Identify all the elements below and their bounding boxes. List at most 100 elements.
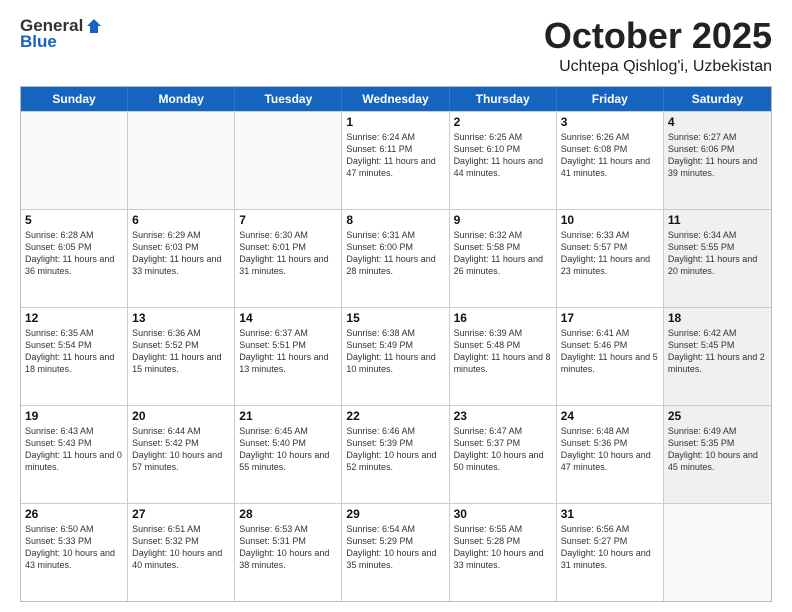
calendar-cell: 20 Sunrise: 6:44 AM Sunset: 5:42 PM Dayli… bbox=[128, 406, 235, 503]
calendar-cell: 19 Sunrise: 6:43 AM Sunset: 5:43 PM Dayli… bbox=[21, 406, 128, 503]
cell-info: Sunrise: 6:55 AM Sunset: 5:28 PM Dayligh… bbox=[454, 523, 552, 572]
calendar-cell: 1Sunrise: 6:24 AM Sunset: 6:11 PM Daylig… bbox=[342, 112, 449, 209]
calendar-cell bbox=[21, 112, 128, 209]
cell-info: Sunrise: 6:30 AM Sunset: 6:01 PM Dayligh… bbox=[239, 229, 337, 278]
cell-info: Sunrise: 6:39 AM Sunset: 5:48 PM Dayligh… bbox=[454, 327, 552, 376]
calendar-cell: 18Sunrise: 6:42 AM Sunset: 5:45 PM Dayli… bbox=[664, 308, 771, 405]
day-number: 19 bbox=[25, 409, 123, 423]
calendar-cell: 14 Sunrise: 6:37 AM Sunset: 5:51 PM Dayli… bbox=[235, 308, 342, 405]
calendar-cell: 31 Sunrise: 6:56 AM Sunset: 5:27 PM Dayli… bbox=[557, 504, 664, 601]
day-number: 15 bbox=[346, 311, 444, 325]
title-block: October 2025 Uchtepa Qishlog'i, Uzbekist… bbox=[544, 16, 772, 76]
day-number: 18 bbox=[668, 311, 767, 325]
calendar-cell: 9 Sunrise: 6:32 AM Sunset: 5:58 PM Daylig… bbox=[450, 210, 557, 307]
calendar-cell bbox=[235, 112, 342, 209]
day-number: 11 bbox=[668, 213, 767, 227]
calendar-cell: 2 Sunrise: 6:25 AM Sunset: 6:10 PM Daylig… bbox=[450, 112, 557, 209]
day-number: 13 bbox=[132, 311, 230, 325]
header-day-monday: Monday bbox=[128, 87, 235, 111]
logo-icon bbox=[85, 17, 103, 35]
calendar-cell: 16 Sunrise: 6:39 AM Sunset: 5:48 PM Dayli… bbox=[450, 308, 557, 405]
day-number: 26 bbox=[25, 507, 123, 521]
calendar-row-3: 19 Sunrise: 6:43 AM Sunset: 5:43 PM Dayli… bbox=[21, 405, 771, 503]
logo: General Blue bbox=[20, 16, 103, 52]
cell-info: Sunrise: 6:43 AM Sunset: 5:43 PM Dayligh… bbox=[25, 425, 123, 474]
cell-info: Sunrise: 6:27 AM Sunset: 6:06 PM Dayligh… bbox=[668, 131, 767, 180]
cell-info: Sunrise: 6:46 AM Sunset: 5:39 PM Dayligh… bbox=[346, 425, 444, 474]
calendar-cell: 22 Sunrise: 6:46 AM Sunset: 5:39 PM Dayli… bbox=[342, 406, 449, 503]
calendar-header: SundayMondayTuesdayWednesdayThursdayFrid… bbox=[21, 87, 771, 111]
cell-info: Sunrise: 6:44 AM Sunset: 5:42 PM Dayligh… bbox=[132, 425, 230, 474]
cell-info: Sunrise: 6:53 AM Sunset: 5:31 PM Dayligh… bbox=[239, 523, 337, 572]
day-number: 31 bbox=[561, 507, 659, 521]
calendar-cell: 11 Sunrise: 6:34 AM Sunset: 5:55 PM Dayli… bbox=[664, 210, 771, 307]
header: General Blue October 2025 Uchtepa Qishlo… bbox=[20, 16, 772, 76]
cell-info: Sunrise: 6:45 AM Sunset: 5:40 PM Dayligh… bbox=[239, 425, 337, 474]
cell-info: Sunrise: 6:50 AM Sunset: 5:33 PM Dayligh… bbox=[25, 523, 123, 572]
header-day-thursday: Thursday bbox=[450, 87, 557, 111]
cell-info: Sunrise: 6:48 AM Sunset: 5:36 PM Dayligh… bbox=[561, 425, 659, 474]
day-number: 30 bbox=[454, 507, 552, 521]
calendar-cell: 28 Sunrise: 6:53 AM Sunset: 5:31 PM Dayli… bbox=[235, 504, 342, 601]
day-number: 2 bbox=[454, 115, 552, 129]
cell-info: Sunrise: 6:37 AM Sunset: 5:51 PM Dayligh… bbox=[239, 327, 337, 376]
cell-info: Sunrise: 6:34 AM Sunset: 5:55 PM Dayligh… bbox=[668, 229, 767, 278]
day-number: 20 bbox=[132, 409, 230, 423]
day-number: 14 bbox=[239, 311, 337, 325]
calendar-body: 1Sunrise: 6:24 AM Sunset: 6:11 PM Daylig… bbox=[21, 111, 771, 601]
header-day-tuesday: Tuesday bbox=[235, 87, 342, 111]
day-number: 5 bbox=[25, 213, 123, 227]
day-number: 4 bbox=[668, 115, 767, 129]
calendar-cell: 5 Sunrise: 6:28 AM Sunset: 6:05 PM Daylig… bbox=[21, 210, 128, 307]
calendar: SundayMondayTuesdayWednesdayThursdayFrid… bbox=[20, 86, 772, 602]
calendar-cell: 8Sunrise: 6:31 AM Sunset: 6:00 PM Daylig… bbox=[342, 210, 449, 307]
header-day-wednesday: Wednesday bbox=[342, 87, 449, 111]
day-number: 25 bbox=[668, 409, 767, 423]
calendar-cell: 29Sunrise: 6:54 AM Sunset: 5:29 PM Dayli… bbox=[342, 504, 449, 601]
day-number: 29 bbox=[346, 507, 444, 521]
day-number: 28 bbox=[239, 507, 337, 521]
logo-blue: Blue bbox=[20, 32, 57, 52]
day-number: 3 bbox=[561, 115, 659, 129]
day-number: 23 bbox=[454, 409, 552, 423]
calendar-cell: 13 Sunrise: 6:36 AM Sunset: 5:52 PM Dayli… bbox=[128, 308, 235, 405]
cell-info: Sunrise: 6:28 AM Sunset: 6:05 PM Dayligh… bbox=[25, 229, 123, 278]
day-number: 24 bbox=[561, 409, 659, 423]
day-number: 1 bbox=[346, 115, 444, 129]
day-number: 12 bbox=[25, 311, 123, 325]
calendar-cell: 30 Sunrise: 6:55 AM Sunset: 5:28 PM Dayli… bbox=[450, 504, 557, 601]
calendar-cell: 10Sunrise: 6:33 AM Sunset: 5:57 PM Dayli… bbox=[557, 210, 664, 307]
header-day-sunday: Sunday bbox=[21, 87, 128, 111]
cell-info: Sunrise: 6:32 AM Sunset: 5:58 PM Dayligh… bbox=[454, 229, 552, 278]
calendar-cell: 7 Sunrise: 6:30 AM Sunset: 6:01 PM Daylig… bbox=[235, 210, 342, 307]
calendar-cell: 25Sunrise: 6:49 AM Sunset: 5:35 PM Dayli… bbox=[664, 406, 771, 503]
calendar-row-4: 26 Sunrise: 6:50 AM Sunset: 5:33 PM Dayli… bbox=[21, 503, 771, 601]
calendar-cell: 24 Sunrise: 6:48 AM Sunset: 5:36 PM Dayli… bbox=[557, 406, 664, 503]
calendar-cell: 3Sunrise: 6:26 AM Sunset: 6:08 PM Daylig… bbox=[557, 112, 664, 209]
calendar-row-1: 5 Sunrise: 6:28 AM Sunset: 6:05 PM Daylig… bbox=[21, 209, 771, 307]
calendar-cell: 26 Sunrise: 6:50 AM Sunset: 5:33 PM Dayli… bbox=[21, 504, 128, 601]
day-number: 22 bbox=[346, 409, 444, 423]
day-number: 17 bbox=[561, 311, 659, 325]
calendar-cell: 15Sunrise: 6:38 AM Sunset: 5:49 PM Dayli… bbox=[342, 308, 449, 405]
month-title: October 2025 bbox=[544, 16, 772, 56]
cell-info: Sunrise: 6:51 AM Sunset: 5:32 PM Dayligh… bbox=[132, 523, 230, 572]
day-number: 27 bbox=[132, 507, 230, 521]
day-number: 16 bbox=[454, 311, 552, 325]
day-number: 8 bbox=[346, 213, 444, 227]
cell-info: Sunrise: 6:47 AM Sunset: 5:37 PM Dayligh… bbox=[454, 425, 552, 474]
day-number: 7 bbox=[239, 213, 337, 227]
page: General Blue October 2025 Uchtepa Qishlo… bbox=[0, 0, 792, 612]
calendar-cell bbox=[664, 504, 771, 601]
cell-info: Sunrise: 6:56 AM Sunset: 5:27 PM Dayligh… bbox=[561, 523, 659, 572]
calendar-cell: 23 Sunrise: 6:47 AM Sunset: 5:37 PM Dayli… bbox=[450, 406, 557, 503]
calendar-row-2: 12Sunrise: 6:35 AM Sunset: 5:54 PM Dayli… bbox=[21, 307, 771, 405]
cell-info: Sunrise: 6:25 AM Sunset: 6:10 PM Dayligh… bbox=[454, 131, 552, 180]
cell-info: Sunrise: 6:29 AM Sunset: 6:03 PM Dayligh… bbox=[132, 229, 230, 278]
day-number: 9 bbox=[454, 213, 552, 227]
cell-info: Sunrise: 6:36 AM Sunset: 5:52 PM Dayligh… bbox=[132, 327, 230, 376]
calendar-row-0: 1Sunrise: 6:24 AM Sunset: 6:11 PM Daylig… bbox=[21, 111, 771, 209]
calendar-cell: 17Sunrise: 6:41 AM Sunset: 5:46 PM Dayli… bbox=[557, 308, 664, 405]
day-number: 6 bbox=[132, 213, 230, 227]
location-title: Uchtepa Qishlog'i, Uzbekistan bbox=[544, 58, 772, 76]
